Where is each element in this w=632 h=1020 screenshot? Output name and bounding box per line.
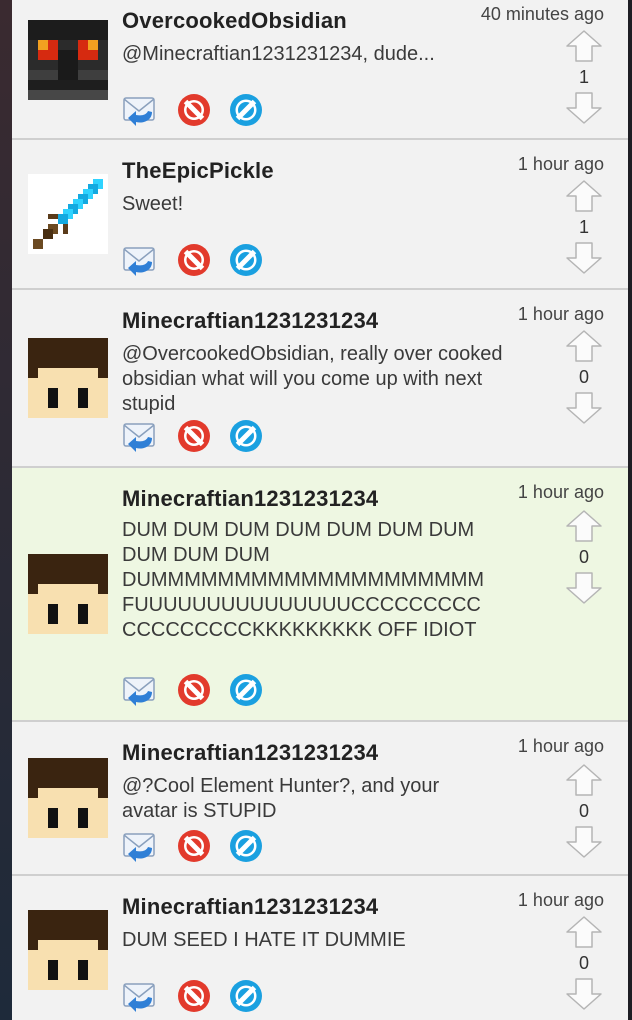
post-username[interactable]: OvercookedObsidian	[122, 8, 347, 34]
post-timestamp: 1 hour ago	[517, 154, 604, 174]
vote-widget: 0	[564, 762, 604, 860]
vote-count: 0	[578, 547, 589, 567]
block-red-icon[interactable]	[176, 828, 212, 864]
post-message: Sweet!	[122, 193, 184, 215]
downvote-arrow-icon[interactable]	[564, 570, 604, 606]
post-message: @OvercookedObsidian, really over cooked …	[122, 343, 503, 415]
reply-envelope-icon[interactable]	[122, 242, 158, 278]
post-timestamp: 1 hour ago	[517, 304, 604, 324]
vote-widget: 0	[564, 328, 604, 426]
downvote-arrow-icon[interactable]	[564, 824, 604, 860]
report-blue-icon[interactable]	[228, 828, 264, 864]
post-timestamp: 1 hour ago	[517, 482, 604, 502]
vote-widget: 0	[564, 508, 604, 606]
upvote-arrow-icon[interactable]	[564, 28, 604, 64]
downvote-arrow-icon[interactable]	[564, 390, 604, 426]
vote-widget: 0	[564, 914, 604, 1012]
report-blue-icon[interactable]	[228, 418, 264, 454]
downvote-arrow-icon[interactable]	[564, 90, 604, 126]
report-blue-icon[interactable]	[228, 978, 264, 1014]
vote-widget: 1	[564, 28, 604, 126]
downvote-arrow-icon[interactable]	[564, 976, 604, 1012]
vote-count: 1	[578, 217, 589, 237]
reply-envelope-icon[interactable]	[122, 828, 158, 864]
block-red-icon[interactable]	[176, 418, 212, 454]
post-username[interactable]: Minecraftian1231231234	[122, 894, 378, 920]
post-username[interactable]: Minecraftian1231231234	[122, 308, 378, 334]
vote-count: 0	[578, 953, 589, 973]
upvote-arrow-icon[interactable]	[564, 508, 604, 544]
post-item: Minecraftian1231231234 1 hour ago DUM SE…	[12, 876, 628, 1020]
upvote-arrow-icon[interactable]	[564, 762, 604, 798]
post-item: TheEpicPickle 1 hour ago Sweet! 1	[12, 140, 628, 290]
vote-widget: 1	[564, 178, 604, 276]
upvote-arrow-icon[interactable]	[564, 328, 604, 364]
upvote-arrow-icon[interactable]	[564, 178, 604, 214]
reply-envelope-icon[interactable]	[122, 92, 158, 128]
block-red-icon[interactable]	[176, 978, 212, 1014]
post-username[interactable]: Minecraftian1231231234	[122, 486, 378, 512]
post-timestamp: 40 minutes ago	[480, 4, 604, 24]
reply-envelope-icon[interactable]	[122, 672, 158, 708]
reply-envelope-icon[interactable]	[122, 978, 158, 1014]
obsidian-avatar-icon[interactable]	[28, 20, 108, 100]
post-timestamp: 1 hour ago	[517, 736, 604, 756]
post-username[interactable]: TheEpicPickle	[122, 158, 274, 184]
downvote-arrow-icon[interactable]	[564, 240, 604, 276]
steve-face-avatar-icon[interactable]	[28, 910, 108, 990]
steve-face-avatar-icon[interactable]	[28, 338, 108, 418]
report-blue-icon[interactable]	[228, 672, 264, 708]
post-message: DUM DUM DUM DUM DUM DUM DUM DUM DUM DUM …	[122, 519, 485, 641]
steve-face-avatar-icon[interactable]	[28, 554, 108, 634]
post-message: @?Cool Element Hunter?, and your avatar …	[122, 775, 440, 822]
steve-face-avatar-icon[interactable]	[28, 758, 108, 838]
post-item: Minecraftian1231231234 1 hour ago @Overc…	[12, 290, 628, 468]
block-red-icon[interactable]	[176, 242, 212, 278]
block-red-icon[interactable]	[176, 92, 212, 128]
post-item: OvercookedObsidian 40 minutes ago @Minec…	[12, 0, 628, 140]
diamond-sword-avatar-icon[interactable]	[28, 174, 108, 254]
post-username[interactable]: Minecraftian1231231234	[122, 740, 378, 766]
comment-feed[interactable]: OvercookedObsidian 40 minutes ago @Minec…	[12, 0, 628, 1020]
post-item: Minecraftian1231231234 1 hour ago DUM DU…	[12, 468, 628, 722]
vote-count: 0	[578, 801, 589, 821]
post-item: Minecraftian1231231234 1 hour ago @?Cool…	[12, 722, 628, 876]
post-message: DUM SEED I HATE IT DUMMIE	[122, 929, 406, 951]
background-left-edge	[0, 0, 12, 1020]
report-blue-icon[interactable]	[228, 92, 264, 128]
reply-envelope-icon[interactable]	[122, 418, 158, 454]
background-right-edge	[628, 0, 632, 1020]
vote-count: 0	[578, 367, 589, 387]
post-message: @Minecraftian1231231234, dude...	[122, 43, 435, 65]
block-red-icon[interactable]	[176, 672, 212, 708]
report-blue-icon[interactable]	[228, 242, 264, 278]
post-timestamp: 1 hour ago	[517, 890, 604, 910]
vote-count: 1	[578, 67, 589, 87]
upvote-arrow-icon[interactable]	[564, 914, 604, 950]
